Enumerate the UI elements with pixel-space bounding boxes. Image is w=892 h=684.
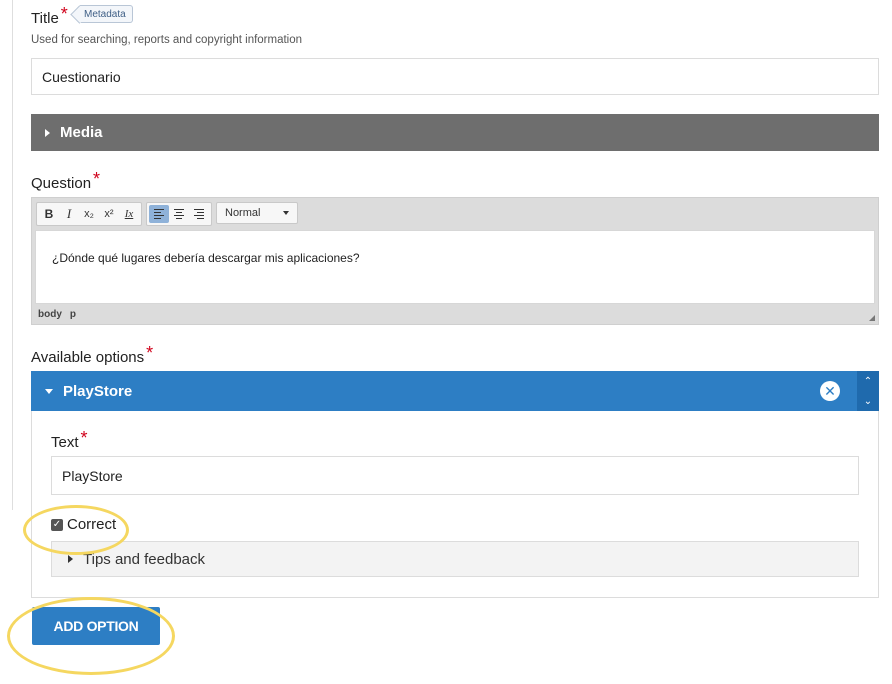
remove-format-button[interactable]: Ix [119, 205, 139, 223]
options-label-row: Available options * [31, 343, 154, 367]
required-mark: * [60, 4, 68, 24]
chevron-down-icon [283, 211, 289, 215]
correct-checkbox[interactable]: ✓ [51, 519, 63, 531]
text-style-group: B I x₂ x² Ix [36, 202, 142, 226]
metadata-tag-label: Metadata [84, 9, 126, 20]
media-label: Media [60, 124, 103, 141]
alignment-group [146, 202, 212, 226]
move-down-icon[interactable]: ⌄ [857, 391, 879, 411]
required-mark: * [80, 428, 88, 448]
question-editor-content[interactable]: ¿Dónde qué lugares debería descargar mis… [35, 230, 875, 304]
superscript-button[interactable]: x² [99, 205, 119, 223]
required-mark: * [93, 169, 101, 189]
title-input[interactable]: Cuestionario [31, 58, 879, 95]
align-right-icon [194, 209, 204, 219]
editor-toolbar: B I x₂ x² Ix Normal [36, 202, 298, 226]
caret-down-icon [45, 388, 53, 394]
text-label-row: Text * [51, 428, 88, 452]
metadata-tag-button[interactable]: Metadata [80, 5, 133, 23]
move-up-icon[interactable]: ⌃ [857, 371, 879, 391]
caret-right-icon [68, 555, 73, 563]
italic-button[interactable]: I [59, 205, 79, 223]
option-text-input[interactable]: PlayStore [51, 456, 859, 495]
question-label: Question [31, 175, 92, 192]
align-center-button[interactable] [169, 205, 189, 223]
format-select-value: Normal [225, 207, 261, 219]
add-option-button[interactable]: ADD OPTION [32, 607, 160, 645]
tips-feedback-toggle[interactable]: Tips and feedback [51, 541, 859, 577]
left-divider [12, 0, 13, 510]
subscript-button[interactable]: x₂ [79, 205, 99, 223]
remove-option-icon[interactable]: ✕ [820, 381, 840, 401]
path-body[interactable]: body [38, 309, 62, 320]
title-hint: Used for searching, reports and copyrigh… [31, 34, 303, 46]
align-right-button[interactable] [189, 205, 209, 223]
media-section-toggle[interactable]: Media [31, 114, 879, 151]
tips-feedback-label: Tips and feedback [83, 550, 206, 568]
question-editor: B I x₂ x² Ix Normal ¿Dónde qué lugares d… [31, 197, 879, 325]
element-path: body p [38, 309, 84, 320]
reorder-controls: ⌃ ⌄ [857, 371, 879, 411]
correct-label[interactable]: Correct [67, 516, 116, 533]
align-left-button[interactable] [149, 205, 169, 223]
title-label-row: Title * [31, 4, 68, 28]
required-mark: * [146, 343, 154, 363]
option-title: PlayStore [63, 382, 133, 400]
resize-handle-icon[interactable] [869, 315, 875, 321]
align-left-icon [154, 209, 164, 219]
options-label: Available options [31, 349, 145, 366]
question-label-row: Question * [31, 169, 101, 193]
text-label: Text [51, 434, 79, 451]
format-select[interactable]: Normal [216, 202, 298, 224]
title-label: Title [31, 10, 59, 27]
path-p[interactable]: p [70, 309, 76, 320]
caret-right-icon [45, 128, 50, 137]
align-center-icon [174, 209, 184, 219]
bold-button[interactable]: B [39, 205, 59, 223]
option-header-toggle[interactable]: PlayStore [31, 371, 879, 411]
